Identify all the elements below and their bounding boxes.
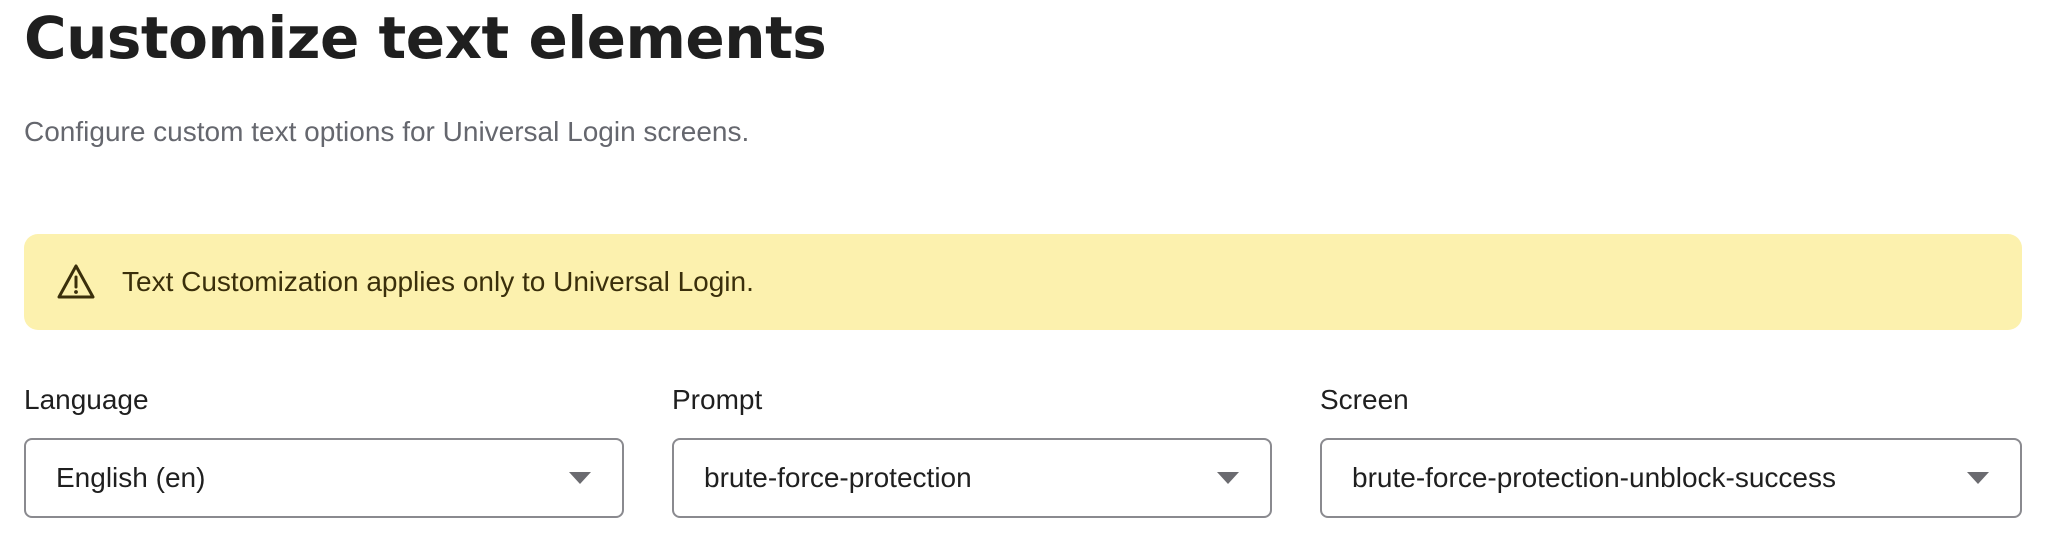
chevron-down-icon [568,471,592,485]
language-select-value: English (en) [56,462,206,493]
chevron-down-icon [1216,471,1240,485]
screen-select[interactable]: brute-force-protection-unblock-success [1320,438,2022,518]
warning-alert: Text Customization applies only to Unive… [24,234,2022,330]
language-field: Language English (en) [24,380,624,518]
language-label: Language [24,384,149,415]
language-select[interactable]: English (en) [24,438,624,518]
prompt-select[interactable]: brute-force-protection [672,438,1272,518]
prompt-field: Prompt brute-force-protection [672,380,1272,518]
screen-select-value: brute-force-protection-unblock-success [1352,462,1836,493]
warning-triangle-icon [56,262,96,302]
chevron-down-icon [1966,471,1990,485]
screen-label: Screen [1320,384,1409,415]
page-title: Customize text elements [24,4,827,72]
alert-message: Text Customization applies only to Unive… [122,266,754,297]
prompt-select-value: brute-force-protection [704,462,972,493]
prompt-label: Prompt [672,384,763,415]
screen-field: Screen brute-force-protection-unblock-su… [1320,380,2022,518]
page-subtitle: Configure custom text options for Univer… [24,116,750,147]
